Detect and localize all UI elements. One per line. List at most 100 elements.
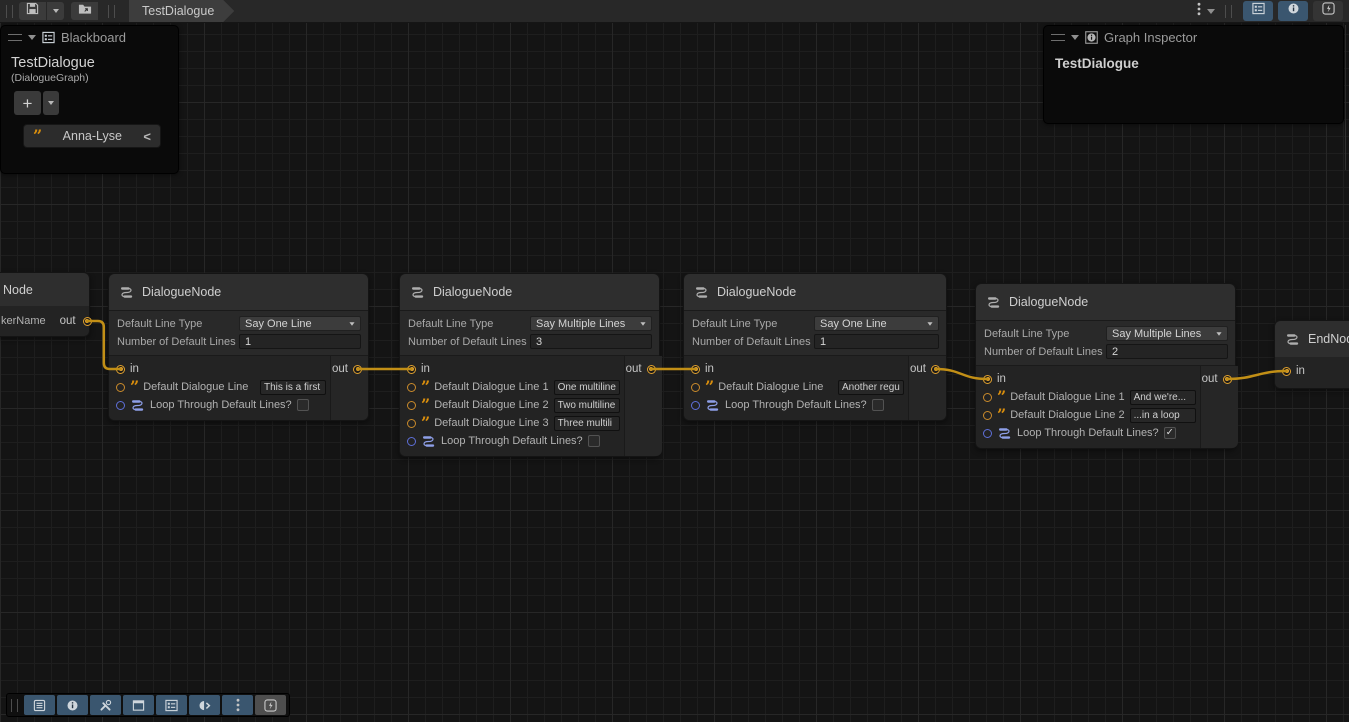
blackboard-header[interactable]: Blackboard xyxy=(1,26,178,49)
blackboard-button[interactable] xyxy=(156,695,187,715)
save-dropdown-button[interactable] xyxy=(47,2,64,20)
spark-icon xyxy=(1322,2,1335,20)
dropdown-value: Say Multiple Lines xyxy=(536,318,625,330)
console-icon xyxy=(33,699,46,712)
start-node[interactable]: NodekerNameout xyxy=(0,272,90,337)
node-title-bar[interactable]: Node xyxy=(0,273,89,306)
output-port[interactable] xyxy=(1223,375,1232,384)
half-disc-button[interactable] xyxy=(189,695,220,715)
line-type-dropdown[interactable]: Say One Line xyxy=(814,316,939,331)
open-asset-button[interactable] xyxy=(71,2,98,20)
quote-icon: ” xyxy=(130,383,138,391)
toolbar-drag-handle[interactable] xyxy=(108,5,115,18)
tools-button[interactable] xyxy=(90,695,121,715)
loop-checkbox[interactable]: ✓ xyxy=(1164,427,1176,439)
node-title-text: DialogueNode xyxy=(142,285,221,299)
info-button[interactable] xyxy=(57,695,88,715)
loop-checkbox[interactable] xyxy=(297,399,309,411)
input-port[interactable] xyxy=(1282,367,1291,376)
inspector-header[interactable]: Graph Inspector xyxy=(1044,26,1343,49)
panel-drag-handle[interactable] xyxy=(8,34,22,41)
string-port[interactable] xyxy=(407,383,416,392)
node-title-bar[interactable]: DialogueNode xyxy=(400,274,659,310)
asset-tab-label: TestDialogue xyxy=(142,4,214,18)
spark-button[interactable] xyxy=(255,695,286,715)
output-port[interactable] xyxy=(83,317,92,326)
add-property-dropdown[interactable] xyxy=(43,91,59,115)
property-row: Number of Default Lines3 xyxy=(408,334,652,349)
port-row: Loop Through Default Lines?✓ xyxy=(976,424,1200,442)
number-of-lines-field[interactable]: 1 xyxy=(239,334,361,349)
dialogue-line-field[interactable]: One multiline xyxy=(554,380,620,395)
output-port-label: kerName xyxy=(1,315,46,327)
output-port[interactable] xyxy=(353,365,362,374)
string-port[interactable] xyxy=(691,383,700,392)
panel-resize-strip[interactable] xyxy=(1345,25,1346,170)
dialogue-node[interactable]: DialogueNodeDefault Line TypeSay Multipl… xyxy=(975,283,1236,449)
output-port[interactable] xyxy=(931,365,940,374)
chevron-left-icon[interactable]: < xyxy=(143,129,151,144)
collapse-arrow-icon[interactable] xyxy=(1071,35,1079,40)
console-button[interactable] xyxy=(24,695,55,715)
window-button[interactable] xyxy=(123,695,154,715)
node-title-text: EndNode xyxy=(1308,332,1349,346)
node-title-bar[interactable]: DialogueNode xyxy=(109,274,368,310)
end-node[interactable]: EndNode in xyxy=(1274,320,1349,389)
number-of-lines-field[interactable]: 1 xyxy=(814,334,939,349)
node-title-bar[interactable]: DialogueNode xyxy=(684,274,946,310)
panel-drag-handle[interactable] xyxy=(1051,34,1065,41)
toggle-blackboard-button[interactable] xyxy=(1243,1,1273,21)
input-ports: in xyxy=(1275,357,1349,388)
bool-port[interactable] xyxy=(691,401,700,410)
dialogue-line-field[interactable]: This is a first xyxy=(260,380,326,395)
input-port[interactable] xyxy=(407,365,416,374)
string-port[interactable] xyxy=(407,419,416,428)
blackboard-field[interactable]: ” Anna-Lyse < xyxy=(23,124,161,148)
input-port[interactable] xyxy=(691,365,700,374)
save-button[interactable] xyxy=(19,2,46,20)
port-label: Loop Through Default Lines? xyxy=(150,399,292,411)
string-port[interactable] xyxy=(983,393,992,402)
dialogue-line-field[interactable]: ...in a loop xyxy=(1130,408,1196,423)
node-title-bar[interactable]: EndNode xyxy=(1275,321,1349,357)
input-port[interactable] xyxy=(983,375,992,384)
kebab-button[interactable] xyxy=(222,695,253,715)
dialogue-line-field[interactable]: And we're... xyxy=(1130,390,1196,405)
bool-port[interactable] xyxy=(116,401,125,410)
options-menu-button[interactable] xyxy=(1193,2,1219,21)
input-ports: in”Default Dialogue LineThis is a firstL… xyxy=(109,356,330,420)
dialogue-node[interactable]: DialogueNodeDefault Line TypeSay One Lin… xyxy=(683,273,947,421)
loop-checkbox[interactable] xyxy=(588,435,600,447)
bool-port[interactable] xyxy=(983,429,992,438)
bool-port[interactable] xyxy=(407,437,416,446)
save-icon xyxy=(26,2,39,20)
dialogue-node[interactable]: DialogueNodeDefault Line TypeSay One Lin… xyxy=(108,273,369,421)
number-of-lines-field[interactable]: 2 xyxy=(1106,344,1228,359)
toggle-inspector-button[interactable] xyxy=(1278,1,1308,21)
dialogue-line-field[interactable]: Another regu xyxy=(838,380,904,395)
toolbar-drag-handle[interactable] xyxy=(11,699,18,712)
output-port[interactable] xyxy=(647,365,656,374)
dialogue-line-field[interactable]: Three multili xyxy=(554,416,620,431)
asset-tab[interactable]: TestDialogue xyxy=(129,0,234,22)
port-row: ”Default Dialogue Line 1And we're... xyxy=(976,388,1200,406)
number-of-lines-field[interactable]: 3 xyxy=(530,334,652,349)
toolbar-drag-handle[interactable] xyxy=(6,5,13,18)
spark-tool-button[interactable] xyxy=(1313,1,1343,21)
window-icon xyxy=(132,699,145,712)
dropdown-value: Say One Line xyxy=(820,318,887,330)
line-type-dropdown[interactable]: Say One Line xyxy=(239,316,361,331)
string-port[interactable] xyxy=(407,401,416,410)
collapse-arrow-icon[interactable] xyxy=(28,35,36,40)
line-type-dropdown[interactable]: Say Multiple Lines xyxy=(530,316,652,331)
dialogue-line-field[interactable]: Two multiline xyxy=(554,398,620,413)
string-port[interactable] xyxy=(983,411,992,420)
toolbar-drag-handle[interactable] xyxy=(1225,5,1232,18)
line-type-dropdown[interactable]: Say Multiple Lines xyxy=(1106,326,1228,341)
loop-checkbox[interactable] xyxy=(872,399,884,411)
string-port[interactable] xyxy=(116,383,125,392)
input-port[interactable] xyxy=(116,365,125,374)
node-title-bar[interactable]: DialogueNode xyxy=(976,284,1235,320)
add-property-button[interactable]: + xyxy=(14,91,41,115)
dialogue-node[interactable]: DialogueNodeDefault Line TypeSay Multipl… xyxy=(399,273,660,457)
